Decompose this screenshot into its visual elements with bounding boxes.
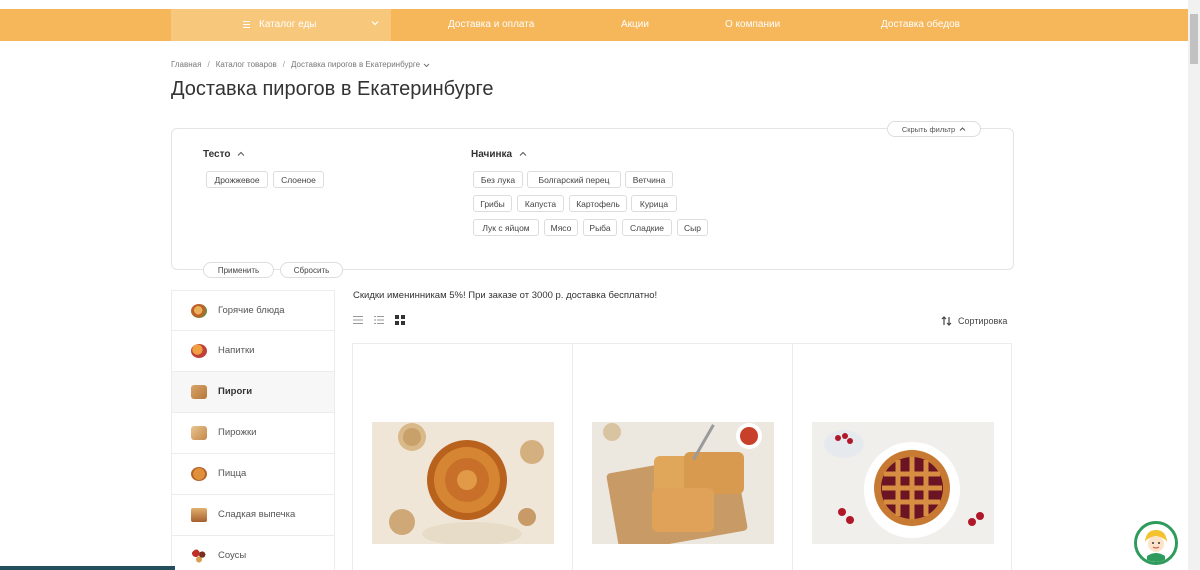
filter-chip[interactable]: Картофель	[569, 195, 627, 212]
catalog-menu-button[interactable]: Каталог еды	[171, 9, 391, 41]
filter-chip[interactable]: Курица	[631, 195, 677, 212]
sidebar-item-sauces[interactable]: Соусы	[171, 536, 335, 570]
filter-chip[interactable]: Грибы	[473, 195, 512, 212]
list-view-icon[interactable]	[353, 315, 363, 325]
sidebar-item-pies[interactable]: Пироги	[171, 372, 335, 413]
breadcrumb: Главная / Каталог товаров / Доставка пир…	[171, 60, 430, 69]
nav-delivery-payment[interactable]: Доставка и оплата	[448, 19, 534, 30]
scrollbar-thumb[interactable]	[1190, 14, 1198, 64]
nav-promotions[interactable]: Акции	[621, 19, 649, 30]
breadcrumb-home[interactable]: Главная	[171, 60, 201, 69]
apply-filter-button[interactable]: Применить	[203, 262, 274, 278]
product-card[interactable]	[353, 344, 573, 570]
product-image[interactable]	[812, 422, 994, 544]
product-grid	[352, 343, 1012, 570]
nav-lunch-delivery[interactable]: Доставка обедов	[881, 19, 960, 30]
filter-chip[interactable]: Слоеное	[273, 171, 324, 188]
product-image[interactable]	[372, 422, 554, 544]
category-sidebar: Горячие блюда Напитки Пироги Пирожки Пиц…	[171, 290, 335, 570]
breadcrumb-current[interactable]: Доставка пирогов в Екатеринбурге	[291, 60, 420, 69]
hide-filter-button[interactable]: Скрыть фильтр	[887, 121, 981, 137]
filter-chip[interactable]: Ветчина	[625, 171, 673, 188]
filter-chip[interactable]: Дрожжевое	[206, 171, 268, 188]
sidebar-item-sweet-pastry[interactable]: Сладкая выпечка	[171, 495, 335, 536]
sort-icon	[941, 316, 952, 326]
chevron-up-icon	[959, 127, 966, 131]
filter-chip[interactable]: Мясо	[544, 219, 578, 236]
page-title: Доставка пирогов в Екатеринбурге	[171, 78, 494, 100]
pie-icon	[191, 385, 207, 399]
drinks-icon	[191, 344, 207, 358]
sort-button[interactable]: Сортировка	[941, 316, 1007, 326]
reset-filter-button[interactable]: Сбросить	[280, 262, 343, 278]
breadcrumb-catalog[interactable]: Каталог товаров	[216, 60, 277, 69]
chevron-down-icon[interactable]	[423, 61, 430, 69]
promo-text: Скидки именинникам 5%! При заказе от 300…	[353, 290, 658, 301]
menu-icon	[243, 21, 250, 28]
sidebar-item-pizza[interactable]: Пицца	[171, 454, 335, 495]
support-avatar-icon	[1137, 524, 1175, 562]
filter-chip[interactable]: Сыр	[677, 219, 708, 236]
sauce-icon	[191, 549, 207, 563]
product-card[interactable]	[793, 344, 1013, 570]
filter-chip[interactable]: Рыба	[583, 219, 617, 236]
top-nav: Каталог еды Доставка и оплата Акции О ко…	[0, 9, 1188, 41]
hot-dish-icon	[191, 304, 207, 318]
sort-label: Сортировка	[958, 316, 1008, 326]
chevron-down-icon	[371, 21, 379, 26]
sweet-pastry-icon	[191, 508, 207, 522]
chevron-up-icon	[237, 151, 245, 156]
scrollbar[interactable]	[1188, 0, 1200, 570]
nav-about[interactable]: О компании	[725, 19, 780, 30]
compact-list-icon[interactable]	[374, 315, 384, 325]
page: Каталог еды Доставка и оплата Акции О ко…	[0, 0, 1200, 570]
chat-widget-button[interactable]	[1134, 521, 1178, 565]
catalog-label: Каталог еды	[259, 19, 317, 30]
small-pie-icon	[191, 426, 207, 440]
filter-group-dough[interactable]: Тесто	[203, 149, 245, 160]
product-card[interactable]	[573, 344, 793, 570]
hide-filter-label: Скрыть фильтр	[901, 124, 956, 134]
sidebar-item-hot-dishes[interactable]: Горячие блюда	[171, 290, 335, 331]
bottom-banner-strip	[0, 566, 175, 570]
filter-chip[interactable]: Болгарский перец	[527, 171, 621, 188]
filter-chip[interactable]: Капуста	[517, 195, 564, 212]
sidebar-item-drinks[interactable]: Напитки	[171, 331, 335, 372]
filter-chip[interactable]: Лук с яйцом	[473, 219, 539, 236]
sidebar-item-small-pies[interactable]: Пирожки	[171, 413, 335, 454]
filter-chip[interactable]: Без лука	[473, 171, 523, 188]
filter-chip[interactable]: Сладкие	[622, 219, 672, 236]
pizza-icon	[191, 467, 207, 481]
grid-view-icon[interactable]	[395, 315, 405, 325]
filter-group-filling[interactable]: Начинка	[471, 149, 527, 160]
product-image[interactable]	[592, 422, 774, 544]
chevron-up-icon	[519, 151, 527, 156]
